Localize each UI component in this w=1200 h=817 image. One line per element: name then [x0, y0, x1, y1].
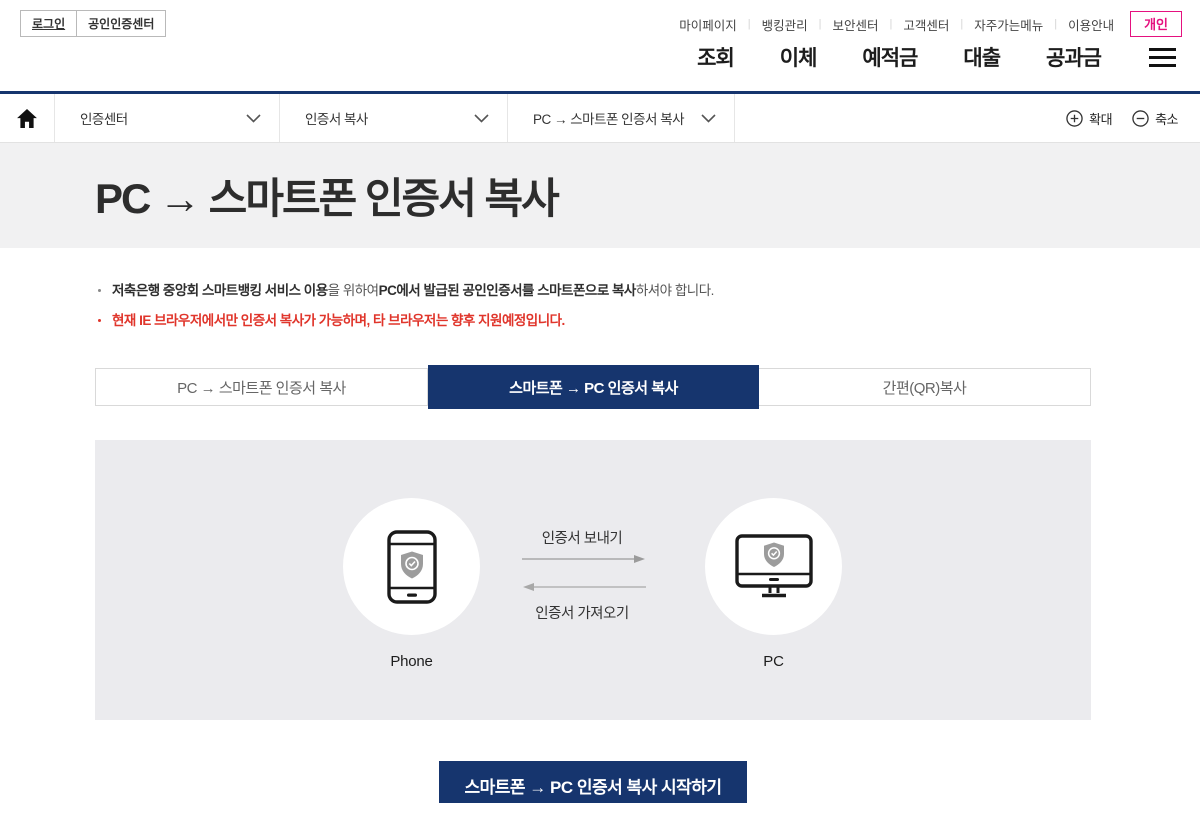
nav-item-loans[interactable]: 대출 [963, 42, 1000, 72]
utility-item-security[interactable]: 보안센터 [832, 15, 878, 34]
chevron-down-icon [701, 114, 716, 123]
nav-item-bills[interactable]: 공과금 [1046, 42, 1101, 72]
login-button-group: 로그인 공인인증센터 [20, 10, 166, 37]
notice-text-bold: 저축은행 중앙회 스마트뱅킹 서비스 이용 [112, 283, 328, 298]
pc-icon [735, 534, 813, 600]
main-nav: 조회 이체 예적금 대출 공과금 [697, 42, 1178, 72]
divider: | [889, 18, 892, 30]
page-title-band: PC → 스마트폰 인증서 복사 [0, 143, 1200, 248]
tab-pc-to-phone[interactable]: PC → 스마트폰 인증서 복사 [95, 368, 428, 406]
zoom-in-label: 확대 [1089, 109, 1112, 128]
divider: | [1054, 18, 1057, 30]
utility-item-banking[interactable]: 뱅킹관리 [762, 15, 808, 34]
tab-phone-to-pc[interactable]: 스마트폰 → PC 인증서 복사 [428, 365, 759, 409]
divider: | [960, 18, 963, 30]
utility-menu: 마이페이지 | 뱅킹관리 | 보안센터 | 고객센터 | 자주가는메뉴 | 이용… [679, 11, 1182, 37]
phone-icon [387, 530, 437, 604]
phone-label: Phone [343, 653, 480, 670]
breadcrumb-dropdown-label: 인증서 복사 [305, 108, 368, 128]
page-title: PC → 스마트폰 인증서 복사 [95, 165, 558, 226]
zoom-out-icon [1132, 110, 1149, 127]
utility-item-mypage[interactable]: 마이페이지 [679, 15, 737, 34]
utility-item-favorites[interactable]: 자주가는메뉴 [974, 15, 1043, 34]
send-arrow-label: 인증서 보내기 [482, 527, 682, 548]
breadcrumb-dropdown-cert-copy[interactable]: 인증서 복사 [280, 94, 508, 142]
pc-circle [705, 498, 842, 635]
breadcrumb-dropdown-cert-center[interactable]: 인증센터 [55, 94, 280, 142]
notice-text-normal: 을 위하여 [328, 283, 379, 298]
text-zoom-controls: 확대 축소 [1066, 94, 1200, 142]
personal-badge-button[interactable]: 개인 [1130, 11, 1182, 37]
pc-label: PC [705, 653, 842, 670]
breadcrumb-dropdown-label: PC → 스마트폰 인증서 복사 [533, 108, 684, 128]
main-content: 저축은행 중앙회 스마트뱅킹 서비스 이용을 위하여PC에서 발급된 공인인증서… [95, 281, 1091, 803]
utility-item-customer[interactable]: 고객센터 [903, 15, 949, 34]
cert-copy-tabs: PC → 스마트폰 인증서 복사 스마트폰 → PC 인증서 복사 간편(QR)… [95, 368, 1091, 406]
zoom-in-button[interactable]: 확대 [1066, 109, 1112, 128]
arrow-left-icon [522, 582, 646, 592]
chevron-down-icon [474, 114, 489, 123]
notice-list: 저축은행 중앙회 스마트뱅킹 서비스 이용을 위하여PC에서 발급된 공인인증서… [95, 281, 1091, 330]
zoom-out-label: 축소 [1155, 109, 1178, 128]
home-icon [17, 109, 37, 128]
breadcrumb-dropdown-label: 인증센터 [80, 108, 128, 128]
notice-item: 저축은행 중앙회 스마트뱅킹 서비스 이용을 위하여PC에서 발급된 공인인증서… [95, 281, 1091, 300]
home-button[interactable] [0, 94, 55, 142]
hamburger-menu-icon[interactable] [1147, 46, 1178, 69]
notice-text: 저축은행 중앙회 스마트뱅킹 서비스 이용을 위하여PC에서 발급된 공인인증서… [112, 281, 714, 300]
login-button[interactable]: 로그인 [20, 10, 77, 37]
tab-qr-copy[interactable]: 간편(QR)복사 [759, 368, 1091, 406]
breadcrumb-dropdown-pc-to-phone[interactable]: PC → 스마트폰 인증서 복사 [508, 94, 735, 142]
chevron-down-icon [246, 114, 261, 123]
cert-copy-diagram: 인증서 보내기 인증서 가져오기 Phone PC [95, 440, 1091, 720]
nav-item-deposits[interactable]: 예적금 [862, 42, 917, 72]
bullet-dot [98, 319, 101, 322]
nav-item-inquiry[interactable]: 조회 [697, 42, 734, 72]
notice-text-bold: PC에서 발급된 공인인증서를 스마트폰으로 복사 [379, 283, 636, 298]
phone-circle [343, 498, 480, 635]
breadcrumb: 인증센터 인증서 복사 PC → 스마트폰 인증서 복사 확대 축소 [0, 94, 1200, 143]
utility-item-guide[interactable]: 이용안내 [1068, 15, 1114, 34]
cta-container: 스마트폰 → PC 인증서 복사 시작하기 [95, 761, 1091, 803]
bullet-dot [98, 289, 101, 292]
divider: | [819, 18, 822, 30]
header: 로그인 공인인증센터 마이페이지 | 뱅킹관리 | 보안센터 | 고객센터 | … [0, 0, 1200, 91]
notice-warning-text: 현재 IE 브라우저에서만 인증서 복사가 가능하며, 타 브라우저는 향후 지… [112, 311, 565, 330]
zoom-out-button[interactable]: 축소 [1132, 109, 1178, 128]
zoom-in-icon [1066, 110, 1083, 127]
notice-item-warning: 현재 IE 브라우저에서만 인증서 복사가 가능하며, 타 브라우저는 향후 지… [95, 311, 1091, 330]
nav-item-transfer[interactable]: 이체 [780, 42, 817, 72]
divider: | [748, 18, 751, 30]
arrow-right-icon [522, 554, 646, 564]
notice-text-normal: 하셔야 합니다. [636, 283, 714, 298]
receive-arrow-label: 인증서 가져오기 [482, 602, 682, 623]
start-phone-to-pc-copy-button[interactable]: 스마트폰 → PC 인증서 복사 시작하기 [439, 761, 746, 803]
cert-center-button[interactable]: 공인인증센터 [76, 10, 166, 37]
